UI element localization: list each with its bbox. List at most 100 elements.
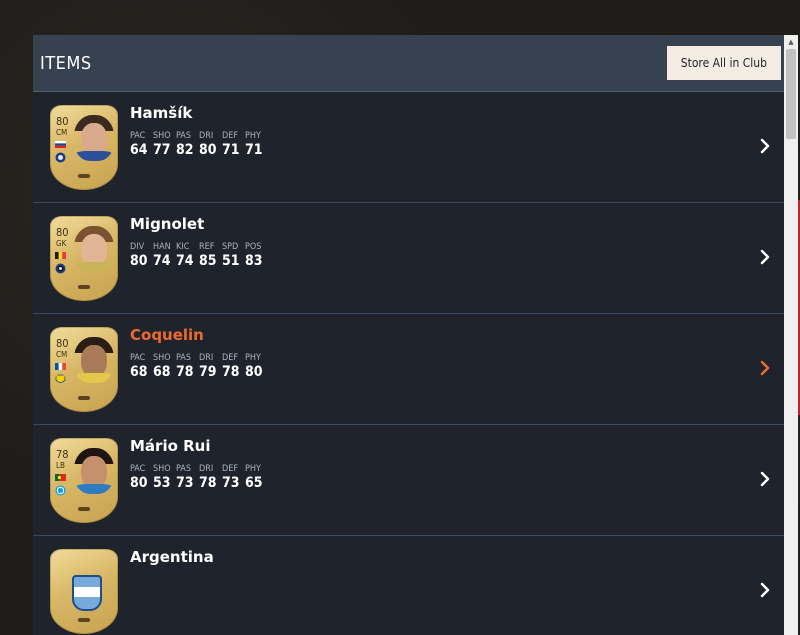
- stat-label: DEF: [222, 353, 239, 363]
- list-item-mignolet[interactable]: 80 GK Mignolet DIV 80 HAN 74 KIC 74 REF …: [33, 203, 784, 314]
- scrollbar-thumb[interactable]: [786, 49, 796, 139]
- card-position: LB: [56, 461, 65, 470]
- stat-value: 71: [245, 142, 263, 158]
- list-item-argentina[interactable]: Argentina: [33, 536, 784, 635]
- player-name: Hamšík: [130, 104, 193, 122]
- stat-value: 85: [199, 253, 217, 269]
- stat-value: 82: [176, 142, 194, 158]
- belgium-flag-icon: [55, 252, 66, 259]
- stat-value: 73: [176, 475, 194, 491]
- list-item-hamsik[interactable]: 80 CM Hamšík PAC 64 SHO 77 PAS 82 DRI 80…: [33, 92, 784, 203]
- player-name: Coquelin: [130, 326, 204, 344]
- items-panel: ITEMS Store All in Club 80 CM Hamšík PAC…: [33, 35, 798, 635]
- stat-value: 78: [222, 364, 240, 380]
- player-portrait: [74, 448, 114, 494]
- stat-label: REF: [199, 242, 215, 252]
- stat-value: 64: [130, 142, 148, 158]
- scrollbar[interactable]: ▲: [784, 35, 798, 635]
- player-name: Mignolet: [130, 215, 205, 233]
- items-header: ITEMS Store All in Club: [33, 35, 798, 92]
- chevron-right-icon[interactable]: [758, 580, 772, 600]
- boot-icon: [78, 396, 90, 400]
- stat-label: DRI: [199, 464, 214, 474]
- stat-value: 80: [199, 142, 217, 158]
- stat-label: POS: [245, 242, 262, 252]
- stat-label: PAC: [130, 353, 146, 363]
- stat-label: PHY: [245, 131, 261, 141]
- item-name: Argentina: [130, 548, 214, 566]
- player-portrait: [74, 337, 114, 383]
- stat-label: PHY: [245, 464, 261, 474]
- stat-value: 79: [199, 364, 217, 380]
- club-crest-icon: [55, 485, 66, 496]
- stat-label: SHO: [153, 131, 171, 141]
- stat-label: PAC: [130, 464, 146, 474]
- slovakia-flag-icon: [55, 141, 66, 148]
- chevron-right-icon[interactable]: [758, 358, 772, 378]
- stats-row: PAC 80 SHO 53 PAS 73 DRI 78 DEF 73 PHY 65: [130, 464, 263, 491]
- stat-label: SHO: [153, 464, 171, 474]
- card-rating: 78: [56, 448, 69, 461]
- stat-label: KIC: [176, 242, 190, 252]
- stat-label: PAS: [176, 131, 191, 141]
- stat-value: 74: [176, 253, 194, 269]
- stat-label: DIV: [130, 242, 145, 252]
- card-position: CM: [56, 128, 68, 137]
- chevron-right-icon[interactable]: [758, 247, 772, 267]
- club-crest-icon: [55, 263, 66, 274]
- player-portrait: [74, 115, 114, 161]
- stats-row: PAC 64 SHO 77 PAS 82 DRI 80 DEF 71 PHY 71: [130, 131, 263, 158]
- chevron-right-icon[interactable]: [758, 136, 772, 156]
- argentina-crest-icon: [72, 575, 102, 611]
- stat-value: 78: [199, 475, 217, 491]
- kit-icon: [78, 618, 90, 622]
- store-all-in-club-button[interactable]: Store All in Club: [666, 46, 781, 80]
- items-list: 80 CM Hamšík PAC 64 SHO 77 PAS 82 DRI 80…: [33, 92, 784, 635]
- stat-value: 77: [153, 142, 171, 158]
- stat-value: 78: [176, 364, 194, 380]
- club-crest-icon: [55, 152, 66, 163]
- card-rating: 80: [56, 115, 69, 128]
- stat-label: PHY: [245, 353, 261, 363]
- scroll-up-arrow-icon[interactable]: ▲: [784, 35, 798, 49]
- player-card: 80 CM: [50, 327, 118, 412]
- portugal-flag-icon: [55, 474, 66, 481]
- list-item-mario-rui[interactable]: 78 LB Mário Rui PAC 80 SHO 53 PAS 73 DRI…: [33, 425, 784, 536]
- player-card: 78 LB: [50, 438, 118, 523]
- stat-label: DEF: [222, 464, 239, 474]
- card-position: CM: [56, 350, 68, 359]
- stat-value: 68: [153, 364, 171, 380]
- stat-value: 80: [245, 364, 263, 380]
- player-card: 80 CM: [50, 105, 118, 190]
- club-crest-icon: [55, 374, 66, 383]
- stat-value: 74: [153, 253, 171, 269]
- stat-label: DEF: [222, 131, 239, 141]
- stat-value: 53: [153, 475, 171, 491]
- stat-label: DRI: [199, 353, 214, 363]
- player-name: Mário Rui: [130, 437, 211, 455]
- stat-value: 68: [130, 364, 148, 380]
- stat-label: PAS: [176, 464, 191, 474]
- stat-value: 51: [222, 253, 240, 269]
- stat-value: 80: [130, 253, 148, 269]
- stat-label: SHO: [153, 353, 171, 363]
- card-position: GK: [56, 239, 67, 248]
- stat-label: PAC: [130, 131, 146, 141]
- player-card: 80 GK: [50, 216, 118, 301]
- stat-label: HAN: [153, 242, 171, 252]
- boot-icon: [78, 507, 90, 511]
- list-item-coquelin[interactable]: 80 CM Coquelin PAC 68 SHO 68 PAS 78 DRI …: [33, 314, 784, 425]
- card-rating: 80: [56, 226, 69, 239]
- stat-label: PAS: [176, 353, 191, 363]
- stat-label: SPD: [222, 242, 239, 252]
- chevron-right-icon[interactable]: [758, 469, 772, 489]
- stats-row: PAC 68 SHO 68 PAS 78 DRI 79 DEF 78 PHY 80: [130, 353, 263, 380]
- stat-value: 80: [130, 475, 148, 491]
- player-portrait: [74, 226, 114, 272]
- stat-value: 65: [245, 475, 263, 491]
- boot-icon: [78, 174, 90, 178]
- items-title: ITEMS: [40, 52, 92, 74]
- boot-icon: [78, 285, 90, 289]
- stat-value: 73: [222, 475, 240, 491]
- stats-row: DIV 80 HAN 74 KIC 74 REF 85 SPD 51 POS 83: [130, 242, 263, 269]
